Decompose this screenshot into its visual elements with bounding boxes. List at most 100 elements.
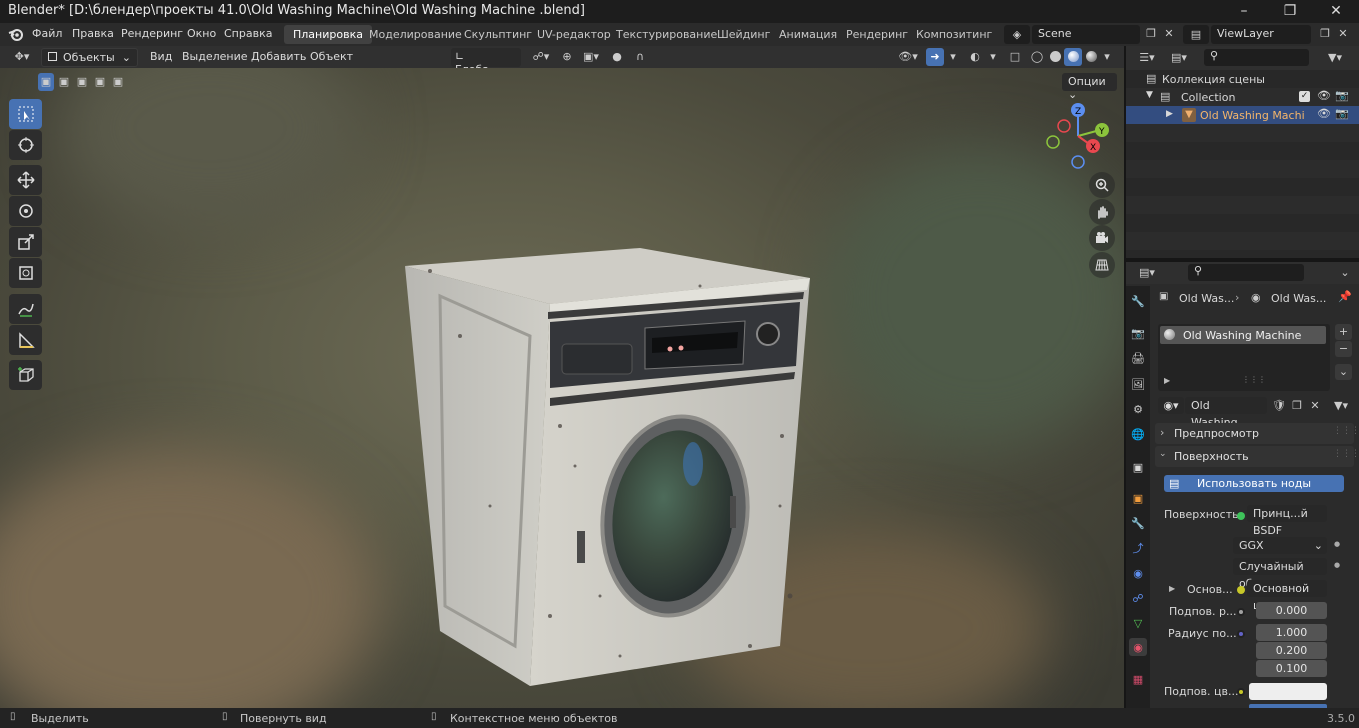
outliner-row-collection[interactable]: ▼ ▤ Collection ✓ 👁 📷 — [1126, 88, 1359, 106]
outliner-row-scene-collection[interactable]: ▤ Коллекция сцены — [1126, 70, 1359, 88]
outliner-editor-type-icon[interactable]: ☰▾ — [1132, 49, 1162, 67]
collapse-arrow-icon[interactable]: ▼ — [1146, 90, 1153, 100]
data-tab-icon[interactable]: ▽ — [1129, 614, 1147, 632]
filter-icon[interactable]: ▼▾ — [1322, 49, 1348, 67]
link-dropdown-icon[interactable]: ▼▾ — [1328, 397, 1354, 414]
scale-tool[interactable] — [9, 227, 42, 257]
minimize-button[interactable]: – — [1221, 0, 1267, 23]
remove-slot-button[interactable]: − — [1335, 341, 1352, 357]
delete-viewlayer-icon[interactable]: ✕ — [1334, 25, 1352, 43]
snap-target-icon[interactable]: ▣▾ — [578, 48, 604, 66]
particles-tab-icon[interactable]: ⤴ — [1129, 539, 1147, 557]
camera-view-icon[interactable] — [1089, 225, 1115, 251]
browse-material-icon[interactable]: ◉▾ — [1158, 397, 1184, 414]
shading-dropdown-icon[interactable]: ▾ — [1100, 48, 1114, 66]
subsurface-method-dropdown[interactable]: Случайный об...⌄ — [1233, 558, 1327, 590]
subsurface-value-field[interactable]: 0.000 — [1256, 602, 1327, 619]
snap-toggle-icon[interactable]: ⊕ — [558, 48, 576, 66]
select-invert-icon[interactable]: ▣ — [92, 73, 108, 91]
outliner-search-input[interactable]: ⚲ — [1204, 49, 1309, 66]
blender-logo-icon[interactable] — [8, 27, 23, 42]
radius-x-field[interactable]: 1.000 — [1256, 624, 1327, 641]
use-nodes-button[interactable]: ▤ Использовать ноды — [1164, 475, 1344, 492]
duplicate-material-icon[interactable]: ❐ — [1288, 397, 1306, 414]
new-scene-icon[interactable]: ❐ — [1142, 25, 1160, 43]
scene-browse-icon[interactable]: ◈ — [1004, 25, 1030, 44]
expand-arrow-icon[interactable]: ▶ — [1169, 584, 1175, 593]
tool-tab-icon[interactable]: 🔧 — [1129, 292, 1147, 310]
tab-animation[interactable]: Анимация — [770, 25, 846, 44]
material-tab-icon[interactable]: ◉ — [1129, 638, 1147, 656]
distribution-dropdown[interactable]: GGX ⌄ — [1233, 537, 1327, 554]
constraints-tab-icon[interactable]: ☍ — [1129, 589, 1147, 607]
menu-window[interactable]: Окно — [187, 27, 216, 40]
add-cube-tool[interactable] — [9, 360, 42, 390]
keyframe-dot-icon[interactable]: ● — [1334, 540, 1340, 548]
menu-file[interactable]: Файл — [32, 27, 62, 40]
menu-object[interactable]: Объект — [310, 50, 353, 63]
preview-panel-header[interactable]: › Предпросмотр ⋮⋮⋮ — [1155, 423, 1359, 444]
surface-panel-header[interactable]: ⌄ Поверхность ⋮⋮⋮ — [1155, 446, 1359, 467]
viewlayer-browse-icon[interactable]: ▤ — [1183, 25, 1209, 44]
select-extend-icon[interactable]: ▣ — [56, 73, 72, 91]
falloff-icon[interactable]: ∩ — [628, 48, 652, 66]
overlay-toggle-icon[interactable]: ◐ — [966, 48, 984, 66]
close-button[interactable]: ✕ — [1313, 0, 1359, 23]
surface-shader-dropdown[interactable]: Принц...й BSDF — [1247, 505, 1327, 537]
pan-hand-icon[interactable] — [1089, 199, 1115, 225]
header-dropdown-icon[interactable]: ⌄ — [1336, 264, 1354, 282]
pivot-icon[interactable]: ☍▾ — [528, 48, 554, 66]
slot-specials-button[interactable]: ⌄ — [1335, 364, 1352, 380]
proportional-edit-icon[interactable]: ● — [608, 48, 626, 66]
rotate-tool[interactable] — [9, 196, 42, 226]
visibility-icon[interactable]: 👁▾ — [895, 48, 921, 66]
pin-icon[interactable]: 📌 — [1338, 290, 1352, 303]
material-name-field[interactable]: Old Washing... — [1185, 397, 1267, 429]
keyframe-dot-icon[interactable]: ● — [1334, 561, 1340, 569]
overlay-dropdown-icon[interactable]: ▾ — [986, 48, 1000, 66]
gizmo-toggle-icon[interactable]: ➜ — [926, 48, 944, 66]
menu-view[interactable]: Вид — [150, 50, 172, 63]
select-new-icon[interactable]: ▣ — [38, 73, 54, 91]
transform-orientation-dropdown[interactable]: ∟ Глоба...⌄ — [451, 48, 521, 76]
select-box-tool[interactable] — [9, 99, 42, 129]
move-tool[interactable] — [9, 165, 42, 195]
output-tab-icon[interactable]: 🖨 — [1129, 349, 1147, 367]
physics-tab-icon[interactable]: ◉ — [1129, 564, 1147, 582]
menu-help[interactable]: Справка — [224, 27, 272, 40]
world-tab-icon[interactable]: 🌐 — [1129, 425, 1147, 443]
outliner-row-object[interactable]: ▶ ▼ Old Washing Machine 👁 📷 — [1126, 106, 1359, 124]
resize-grip-icon[interactable]: ⋮⋮⋮ — [1242, 375, 1266, 384]
scene-tab-icon[interactable]: ⚙ — [1129, 400, 1147, 418]
xray-icon[interactable]: □ — [1006, 48, 1024, 66]
display-mode-icon[interactable]: ▤▾ — [1166, 49, 1192, 67]
view-layer-tab-icon[interactable]: 🖼 — [1129, 375, 1147, 393]
rendered-shading-icon[interactable] — [1082, 48, 1100, 66]
editor-type-icon[interactable]: ✥▾ — [8, 48, 36, 66]
eye-icon[interactable]: 👁 — [1317, 107, 1331, 120]
cursor-tool[interactable] — [9, 130, 42, 160]
tab-rendering[interactable]: Рендеринг — [837, 25, 917, 44]
wireframe-shading-icon[interactable]: ◯ — [1028, 48, 1046, 66]
add-slot-button[interactable]: + — [1335, 324, 1352, 340]
menu-select[interactable]: Выделение — [182, 50, 248, 63]
select-subtract-icon[interactable]: ▣ — [74, 73, 90, 91]
render-tab-icon[interactable]: 📷 — [1129, 324, 1147, 342]
expand-arrow-icon[interactable]: ▶ — [1166, 109, 1173, 119]
menu-add[interactable]: Добавить — [251, 50, 306, 63]
tab-shading[interactable]: Шейдинг — [708, 25, 779, 44]
measure-tool[interactable] — [9, 325, 42, 355]
unlink-material-icon[interactable]: ✕ — [1306, 397, 1324, 414]
menu-edit[interactable]: Правка — [72, 27, 114, 40]
viewlayer-field[interactable]: ViewLayer — [1211, 25, 1311, 44]
material-slot-item[interactable]: Old Washing Machine — [1160, 326, 1326, 344]
eye-icon[interactable]: 👁 — [1317, 89, 1331, 102]
washing-machine-model[interactable] — [400, 176, 820, 696]
camera-render-icon[interactable]: 📷 — [1335, 107, 1349, 120]
properties-search-input[interactable]: ⚲ — [1188, 264, 1304, 281]
tab-layout[interactable]: Планировка — [284, 25, 372, 44]
maximize-button[interactable]: ❐ — [1267, 0, 1313, 23]
radius-y-field[interactable]: 0.200 — [1256, 642, 1327, 659]
scene-field[interactable]: Scene — [1032, 25, 1140, 44]
perspective-grid-icon[interactable] — [1089, 252, 1115, 278]
